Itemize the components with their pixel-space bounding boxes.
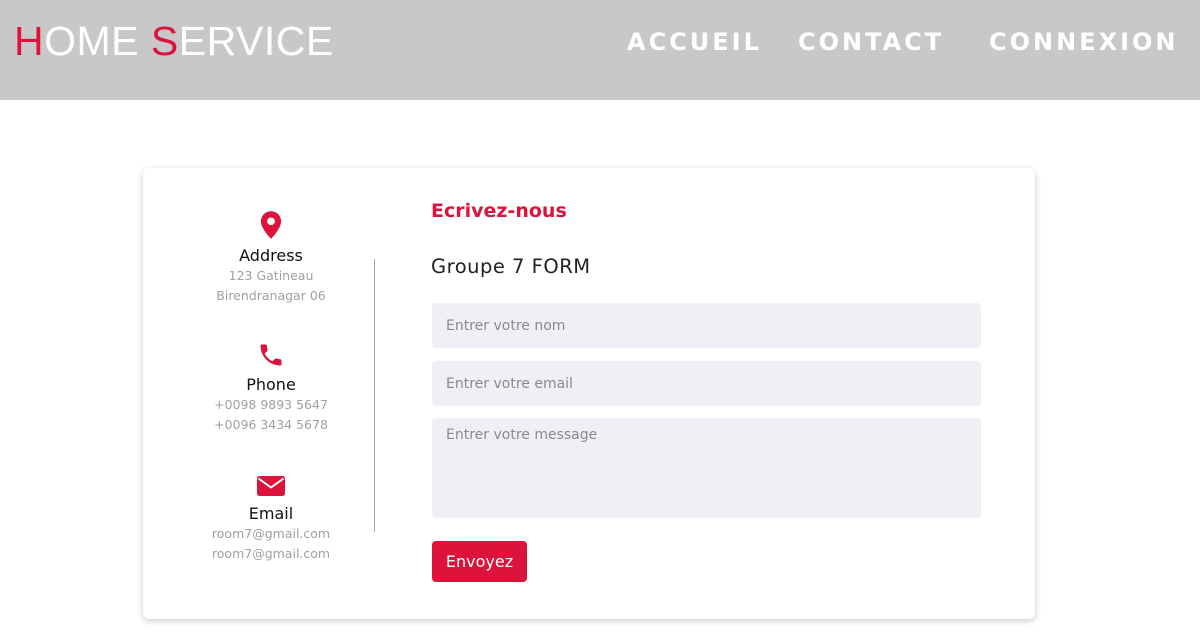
- address-title: Address: [239, 246, 303, 265]
- form-subtitle: Groupe 7 FORM: [431, 255, 591, 278]
- form-heading: Ecrivez-nous: [431, 200, 567, 222]
- nav-link-connexion[interactable]: CONNEXION: [989, 26, 1179, 58]
- address-line-1: 123 Gatineau: [228, 268, 314, 283]
- vertical-divider: [374, 259, 375, 532]
- contact-card: Address 123 Gatineau Birendranagar 06 Ph…: [143, 168, 1035, 619]
- email-input[interactable]: [432, 361, 981, 406]
- address-block: Address 123 Gatineau Birendranagar 06: [143, 210, 399, 306]
- phone-block: Phone +0098 9893 5647 +0096 3434 5678: [143, 341, 399, 435]
- phone-line-1: +0098 9893 5647: [214, 397, 328, 412]
- brand-letter-s: S: [150, 18, 179, 64]
- phone-icon: [260, 344, 282, 366]
- navbar: HOME SERVICE ACCUEIL CONTACT CONNEXION: [0, 0, 1200, 100]
- brand-letter-h: H: [14, 18, 45, 64]
- envelope-icon: [257, 476, 285, 496]
- map-pin-icon: [260, 211, 282, 239]
- message-textarea[interactable]: [432, 418, 981, 518]
- nav-link-accueil[interactable]: ACCUEIL: [627, 26, 762, 58]
- email-title: Email: [248, 504, 294, 523]
- brand-text-ome: OME: [44, 18, 151, 64]
- name-input[interactable]: [432, 303, 981, 348]
- email-line-2: room7@gmail.com: [211, 546, 331, 561]
- phone-line-2: +0096 3434 5678: [214, 417, 328, 432]
- address-line-2: Birendranagar 06: [216, 288, 326, 303]
- email-line-1: room7@gmail.com: [211, 526, 331, 541]
- brand-text-ervice: ERVICE: [178, 18, 334, 64]
- brand-logo[interactable]: HOME SERVICE: [14, 18, 334, 64]
- submit-button[interactable]: Envoyez: [432, 541, 527, 582]
- email-block: Email room7@gmail.com room7@gmail.com: [143, 474, 399, 564]
- phone-title: Phone: [246, 375, 296, 394]
- nav-link-contact[interactable]: CONTACT: [798, 26, 944, 58]
